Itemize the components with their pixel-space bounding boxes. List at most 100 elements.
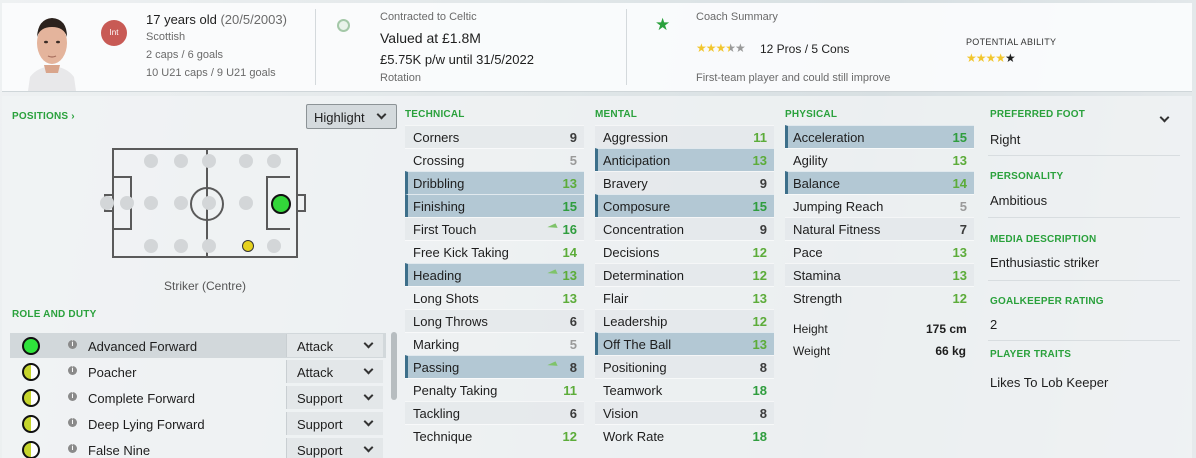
- info-icon[interactable]: i: [68, 366, 77, 375]
- coach-summary-title[interactable]: Coach Summary: [696, 11, 778, 23]
- position-dot[interactable]: [144, 154, 158, 168]
- attribute-row[interactable]: Teamwork 18: [595, 378, 774, 401]
- club-logo-icon[interactable]: [337, 19, 350, 32]
- attribute-row[interactable]: Marking 5: [405, 332, 584, 355]
- position-dot[interactable]: [174, 196, 188, 210]
- attribute-row[interactable]: Anticipation 13: [595, 148, 774, 171]
- position-dot[interactable]: [144, 239, 158, 253]
- role-row[interactable]: i False Nine Support: [10, 437, 386, 458]
- attribute-row[interactable]: Free Kick Taking 14: [405, 240, 584, 263]
- attribute-row[interactable]: Decisions 12: [595, 240, 774, 263]
- attribute-row[interactable]: Technique 12: [405, 424, 584, 447]
- attribute-row[interactable]: Long Throws 6: [405, 309, 584, 332]
- attribute-row[interactable]: Composure 15: [595, 194, 774, 217]
- role-row[interactable]: i Complete Forward Support: [10, 385, 386, 410]
- attribute-value: 5: [569, 336, 577, 352]
- position-dot[interactable]: [174, 239, 188, 253]
- player-trait[interactable]: Likes To Lob Keeper: [990, 375, 1108, 390]
- info-icon[interactable]: i: [68, 418, 77, 427]
- position-dot[interactable]: [239, 154, 253, 168]
- attribute-row[interactable]: Flair 13: [595, 286, 774, 309]
- position-dot[interactable]: [100, 196, 114, 210]
- role-row[interactable]: i Poacher Attack: [10, 359, 386, 384]
- attribute-row[interactable]: Leadership 12: [595, 309, 774, 332]
- position-dot[interactable]: [202, 196, 216, 210]
- role-row[interactable]: i Deep Lying Forward Support: [10, 411, 386, 436]
- nationality[interactable]: Scottish: [146, 31, 185, 43]
- attribute-name: Jumping Reach: [793, 198, 884, 214]
- info-icon[interactable]: i: [68, 392, 77, 401]
- attribute-row[interactable]: Jumping Reach 5: [785, 194, 974, 217]
- attribute-row[interactable]: Vision 8: [595, 401, 774, 424]
- goalkeeper-rating-value: 2: [990, 317, 998, 332]
- attribute-name: Concentration: [603, 221, 684, 237]
- attribute-row[interactable]: Long Shots 13: [405, 286, 584, 309]
- roles-scrollbar[interactable]: [391, 332, 397, 400]
- attribute-row[interactable]: Acceleration 15: [785, 125, 974, 148]
- attribute-name: Flair: [603, 290, 629, 306]
- attribute-row[interactable]: Corners 9: [405, 125, 584, 148]
- duty-dropdown[interactable]: Support: [286, 438, 383, 458]
- attribute-value: 6: [569, 405, 577, 421]
- chevron-down-icon[interactable]: [1159, 112, 1170, 123]
- position-dot[interactable]: [174, 154, 188, 168]
- chevron-down-icon: [363, 416, 374, 427]
- position-dot[interactable]: [267, 239, 281, 253]
- position-dot[interactable]: [202, 239, 216, 253]
- position-dot[interactable]: [202, 154, 216, 168]
- preferred-foot-section[interactable]: PREFERRED FOOT Right: [988, 106, 1180, 156]
- attribute-row[interactable]: Dribbling 13: [405, 171, 584, 194]
- info-icon[interactable]: i: [68, 444, 77, 453]
- positions-title-text: POSITIONS: [12, 111, 69, 122]
- attribute-row[interactable]: Strength 12: [785, 286, 974, 309]
- attribute-value: 11: [753, 129, 767, 145]
- wage-contract: £5.75K p/w until 31/5/2022: [380, 52, 534, 67]
- potential-star-rating[interactable]: ★★★★★: [966, 51, 1016, 65]
- attribute-row[interactable]: Off The Ball 13: [595, 332, 774, 355]
- attribute-row[interactable]: Penalty Taking 11: [405, 378, 584, 401]
- duty-dropdown[interactable]: Support: [286, 386, 383, 409]
- positions-title[interactable]: POSITIONS ›: [12, 111, 75, 122]
- attribute-row[interactable]: Tackling 6: [405, 401, 584, 424]
- attribute-row[interactable]: Agility 13: [785, 148, 974, 171]
- attribute-row[interactable]: Concentration 9: [595, 217, 774, 240]
- attribute-row[interactable]: Stamina 13: [785, 263, 974, 286]
- attribute-value: 6: [569, 313, 577, 329]
- attribute-value: 14: [952, 175, 967, 191]
- info-icon[interactable]: i: [68, 340, 77, 349]
- duty-dropdown[interactable]: Attack: [286, 360, 383, 383]
- attribute-row[interactable]: Work Rate 18: [595, 424, 774, 447]
- international-badge[interactable]: Int: [101, 20, 127, 46]
- chevron-down-icon: [363, 390, 374, 401]
- attribute-row[interactable]: Heading 13: [405, 263, 584, 286]
- chevron-down-icon: [376, 109, 387, 120]
- attribute-row[interactable]: Determination 12: [595, 263, 774, 286]
- attribute-row[interactable]: Natural Fitness 7: [785, 217, 974, 240]
- attribute-row[interactable]: Crossing 5: [405, 148, 584, 171]
- position-dot-accomplished[interactable]: [242, 240, 254, 252]
- attribute-row[interactable]: Aggression 11: [595, 125, 774, 148]
- attribute-row[interactable]: Positioning 8: [595, 355, 774, 378]
- position-dot[interactable]: [267, 154, 281, 168]
- role-name: Advanced Forward: [88, 339, 198, 354]
- attribute-row[interactable]: First Touch 16: [405, 217, 584, 240]
- position-dot[interactable]: [239, 196, 253, 210]
- media-description-section: MEDIA DESCRIPTION Enthusiastic striker: [988, 231, 1180, 281]
- attribute-name: Long Throws: [413, 313, 488, 329]
- position-dot[interactable]: [120, 196, 134, 210]
- attribute-row[interactable]: Balance 14: [785, 171, 974, 194]
- position-dot[interactable]: [144, 196, 158, 210]
- attribute-row[interactable]: Finishing 15: [405, 194, 584, 217]
- senior-caps: 2 caps / 6 goals: [146, 49, 224, 61]
- highlight-dropdown[interactable]: Highlight: [306, 104, 397, 129]
- duty-dropdown[interactable]: Attack: [286, 334, 383, 357]
- attribute-row[interactable]: Pace 13: [785, 240, 974, 263]
- attribute-row[interactable]: Passing 8: [405, 355, 584, 378]
- role-row[interactable]: i Advanced Forward Attack: [10, 333, 386, 358]
- player-avatar[interactable]: [24, 11, 80, 91]
- attribute-row[interactable]: Bravery 9: [595, 171, 774, 194]
- duty-label: Attack: [297, 365, 334, 380]
- chevron-down-icon: [363, 364, 374, 375]
- duty-dropdown[interactable]: Support: [286, 412, 383, 435]
- position-dot-natural[interactable]: [271, 194, 291, 214]
